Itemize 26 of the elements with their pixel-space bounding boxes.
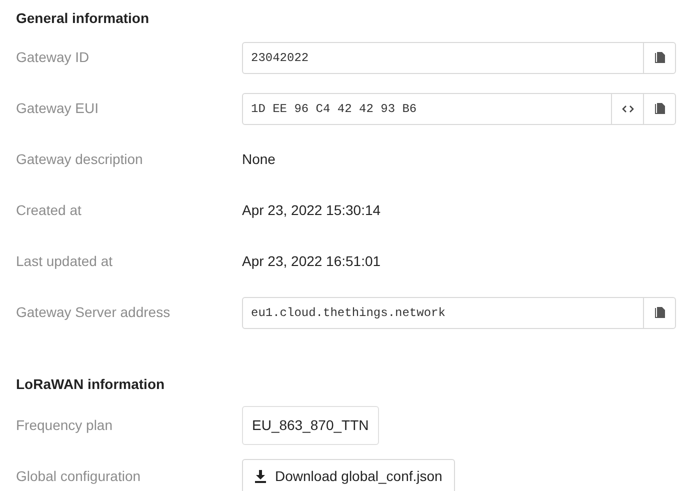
frequency-plan-tag: EU_863_870_TTN <box>242 406 379 445</box>
field-label: Created at <box>16 201 82 220</box>
field-value: 23042022 <box>250 50 310 66</box>
read-only-field[interactable]: 23042022 <box>242 42 676 74</box>
code-icon <box>622 104 634 112</box>
field-label: Gateway Server address <box>16 303 172 322</box>
copy-icon <box>654 102 664 114</box>
read-only-field[interactable]: 1D EE 96 C4 42 42 93 B6 <box>242 92 676 124</box>
field-label: Last updated at <box>16 252 114 271</box>
field-value: 1D EE 96 C4 42 42 93 B6 <box>250 100 418 118</box>
download-icon <box>255 470 266 483</box>
section-heading: LoRaWAN information <box>16 374 165 394</box>
field-value: eu1.cloud.thethings.network <box>250 304 446 322</box>
download-button[interactable]: Download global_conf.json <box>242 458 456 491</box>
field-value: Apr 23, 2022 16:51:01 <box>242 252 381 271</box>
field-label: Global configuration <box>16 467 142 486</box>
field-label: Gateway description <box>16 150 144 169</box>
field-value: Apr 23, 2022 15:30:14 <box>242 201 381 220</box>
copy-icon <box>654 52 664 64</box>
field-label: Frequency plan <box>16 416 114 435</box>
section-heading: General information <box>16 8 150 28</box>
field-label: Gateway ID <box>16 48 90 67</box>
read-only-field[interactable]: eu1.cloud.thethings.network <box>242 296 676 328</box>
field-value: None <box>242 150 276 169</box>
copy-icon <box>654 306 664 318</box>
field-label: Gateway EUI <box>16 99 100 118</box>
